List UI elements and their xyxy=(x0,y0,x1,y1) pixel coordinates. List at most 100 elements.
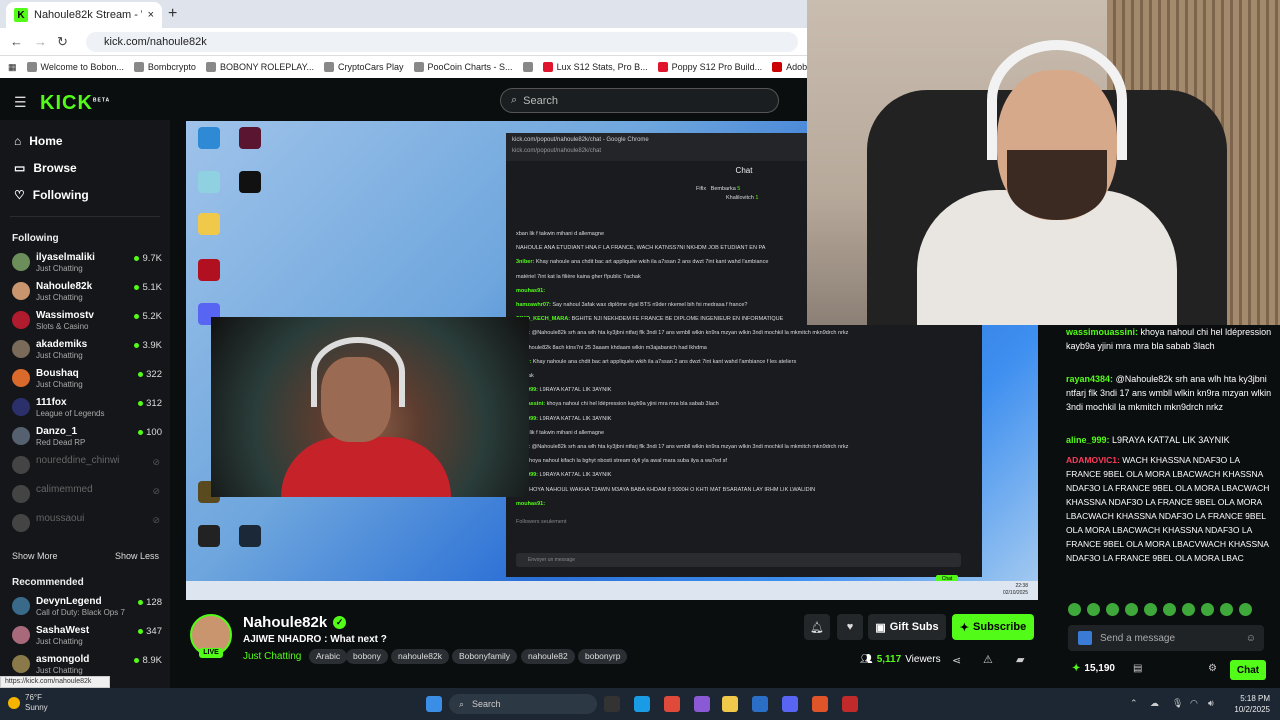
stream-category[interactable]: Just Chatting xyxy=(243,651,301,662)
nav-home[interactable]: ⌂ Home xyxy=(14,134,63,148)
bookmark[interactable]: Lux S12 Stats, Pro B... xyxy=(542,62,648,72)
tag[interactable]: Bobonyfamily xyxy=(452,649,518,664)
tray-chevron-icon[interactable]: ⌃ xyxy=(1130,698,1138,709)
bookmark[interactable]: CryptoCars Play xyxy=(323,62,404,72)
popout-chat-line: SIMO_KECH_MARA: BGHITE NJI NEKHDEM FE FR… xyxy=(516,316,784,323)
emote-icon[interactable] xyxy=(1106,603,1119,616)
report-icon[interactable]: ⚠ xyxy=(983,653,993,666)
gift-subs-button[interactable]: ▣ Gift Subs xyxy=(868,614,946,640)
subscribe-button[interactable]: ✦ Subscribe xyxy=(952,614,1034,640)
live-dot-icon xyxy=(134,256,140,261)
tab-close-icon[interactable]: × xyxy=(148,9,154,21)
cloud-icon[interactable]: ☁ xyxy=(1150,698,1159,709)
channel-item[interactable]: ilyaselmaliki Just Chatting 9.7K xyxy=(12,250,162,276)
emote-icon[interactable] xyxy=(1182,603,1195,616)
bookmark[interactable]: Poppy S12 Pro Build... xyxy=(657,62,762,72)
tag[interactable]: bobonyrp xyxy=(578,649,628,664)
bookmark[interactable] xyxy=(522,62,533,72)
forward-icon[interactable]: → xyxy=(34,34,47,49)
mic-icon[interactable]: 🎙︎ xyxy=(1172,698,1183,709)
popout-message-input[interactable]: Envoyer un message xyxy=(516,553,961,567)
back-icon[interactable]: ← xyxy=(10,34,23,49)
channel-name: DevynLegend xyxy=(36,596,102,607)
tag[interactable]: bobony xyxy=(346,649,388,664)
nav-browse[interactable]: ▭ Browse xyxy=(14,161,77,175)
bookmark[interactable]: Bombcrypto xyxy=(133,62,196,72)
file-explorer-icon[interactable] xyxy=(722,696,738,712)
store-icon[interactable] xyxy=(752,696,768,712)
bookmark[interactable]: PooCoin Charts - S... xyxy=(413,62,513,72)
url-field[interactable]: kick.com/nahoule82k xyxy=(86,32,798,52)
channel-item[interactable]: akademiks Just Chatting 3.9K xyxy=(12,337,162,363)
popout-chat-line: matériel 7int kat la filière kaina gher … xyxy=(516,273,641,280)
channel-item[interactable]: Boushaq Just Chatting 322 xyxy=(12,366,162,392)
reload-icon[interactable]: ↻ xyxy=(57,34,68,50)
copilot-icon[interactable] xyxy=(694,696,710,712)
chat-message-input[interactable]: Send a message ☺ xyxy=(1068,625,1264,651)
steam-icon xyxy=(239,525,261,547)
bookmark[interactable]: Adobe Acrobat xyxy=(772,62,807,72)
app-icon[interactable] xyxy=(842,696,858,712)
browser-tab[interactable]: K Nahoule82k Stream - Watch × xyxy=(6,2,162,28)
heart-icon: ♡ xyxy=(14,188,25,202)
channel-points[interactable]: ✦ 15,190 xyxy=(1072,663,1115,674)
app-icon[interactable] xyxy=(812,696,828,712)
channel-item[interactable]: asmongold Just Chatting 8.9K xyxy=(12,652,162,678)
emote-icon[interactable] xyxy=(1220,603,1233,616)
windows-start-icon[interactable] xyxy=(426,696,442,712)
desktop-app-icon xyxy=(198,259,220,281)
channel-item-offline[interactable]: moussaoui ⊘ xyxy=(12,511,162,537)
channel-name: asmongold xyxy=(36,654,90,665)
tag[interactable]: nahoule82 xyxy=(521,649,575,664)
emote-icon[interactable] xyxy=(1163,603,1176,616)
taskbar-clock[interactable]: 5:18 PM 10/2/2025 xyxy=(1226,693,1270,715)
emoji-icon[interactable]: ☺ xyxy=(1246,633,1256,644)
follow-heart-button[interactable]: ♥ xyxy=(837,614,863,640)
channel-name: Danzo_1 xyxy=(36,426,78,437)
channel-name: moussaoui xyxy=(36,513,85,524)
channel-item-offline[interactable]: noureddine_chinwi ⊘ xyxy=(12,453,162,479)
clip-icon[interactable]: ▰ xyxy=(1016,653,1024,666)
emote-icon[interactable] xyxy=(1201,603,1214,616)
new-tab-button[interactable]: + xyxy=(168,5,177,23)
menu-icon[interactable]: ☰ xyxy=(14,94,27,111)
nav-following[interactable]: ♡ Following xyxy=(14,188,89,202)
send-chat-button[interactable]: Chat xyxy=(1230,660,1266,680)
chrome-icon[interactable] xyxy=(664,696,680,712)
chat-message: wassimouassini: khoya nahoul chi hel ldé… xyxy=(1066,327,1272,351)
bookmark[interactable]: BOBONY ROLEPLAY... xyxy=(205,62,314,72)
channel-item[interactable]: SashaWest Just Chatting 347 xyxy=(12,623,162,649)
notification-bell-button[interactable]: 🔔︎ xyxy=(804,614,830,640)
emote-icon[interactable] xyxy=(1125,603,1138,616)
emote-icon[interactable] xyxy=(1239,603,1252,616)
edge-icon[interactable] xyxy=(634,696,650,712)
show-less-button[interactable]: Show Less xyxy=(115,551,159,561)
channel-item-offline[interactable]: calimemmed ⊘ xyxy=(12,482,162,508)
taskbar-search[interactable]: ⌕ Search xyxy=(449,694,597,714)
emote-icon[interactable] xyxy=(1144,603,1157,616)
tag[interactable]: Arabic xyxy=(309,649,348,664)
channel-item[interactable]: Danzo_1 Red Dead RP 100 xyxy=(12,424,162,450)
show-more-button[interactable]: Show More xyxy=(12,551,58,561)
channel-item[interactable]: Wassimostv Slots & Casino 5.2K xyxy=(12,308,162,334)
channel-item[interactable]: Nahoule82k Just Chatting 5.1K xyxy=(12,279,162,305)
settings-icon[interactable]: ⚙ xyxy=(1208,663,1217,674)
channel-item[interactable]: DevynLegend Call of Duty: Black Ops 7 128 xyxy=(12,594,162,620)
apps-grid-icon[interactable]: ▦ xyxy=(8,62,17,73)
bookmark[interactable]: Welcome to Bobon... xyxy=(26,62,124,72)
task-view-icon[interactable] xyxy=(604,696,620,712)
weather-widget[interactable]: 76°F Sunny xyxy=(8,693,48,713)
search-input[interactable]: ⌕ Search xyxy=(500,88,779,113)
tag[interactable]: nahoule82k xyxy=(391,649,449,664)
wifi-icon[interactable]: ◠ xyxy=(1190,698,1198,709)
gift-icon[interactable]: ▤ xyxy=(1133,663,1142,674)
streamer-name[interactable]: Nahoule82k ✓ xyxy=(243,614,347,631)
emote-icon[interactable] xyxy=(1087,603,1100,616)
emote-icon[interactable] xyxy=(1068,603,1081,616)
channel-name: Nahoule82k xyxy=(36,281,93,292)
volume-icon[interactable]: 🔊︎ xyxy=(1208,698,1214,709)
channel-item[interactable]: 111fox League of Legends 312 xyxy=(12,395,162,421)
discord-icon[interactable] xyxy=(782,696,798,712)
kick-logo[interactable]: KICKBETA xyxy=(40,92,110,115)
share-icon[interactable]: ⋖ xyxy=(952,654,961,667)
